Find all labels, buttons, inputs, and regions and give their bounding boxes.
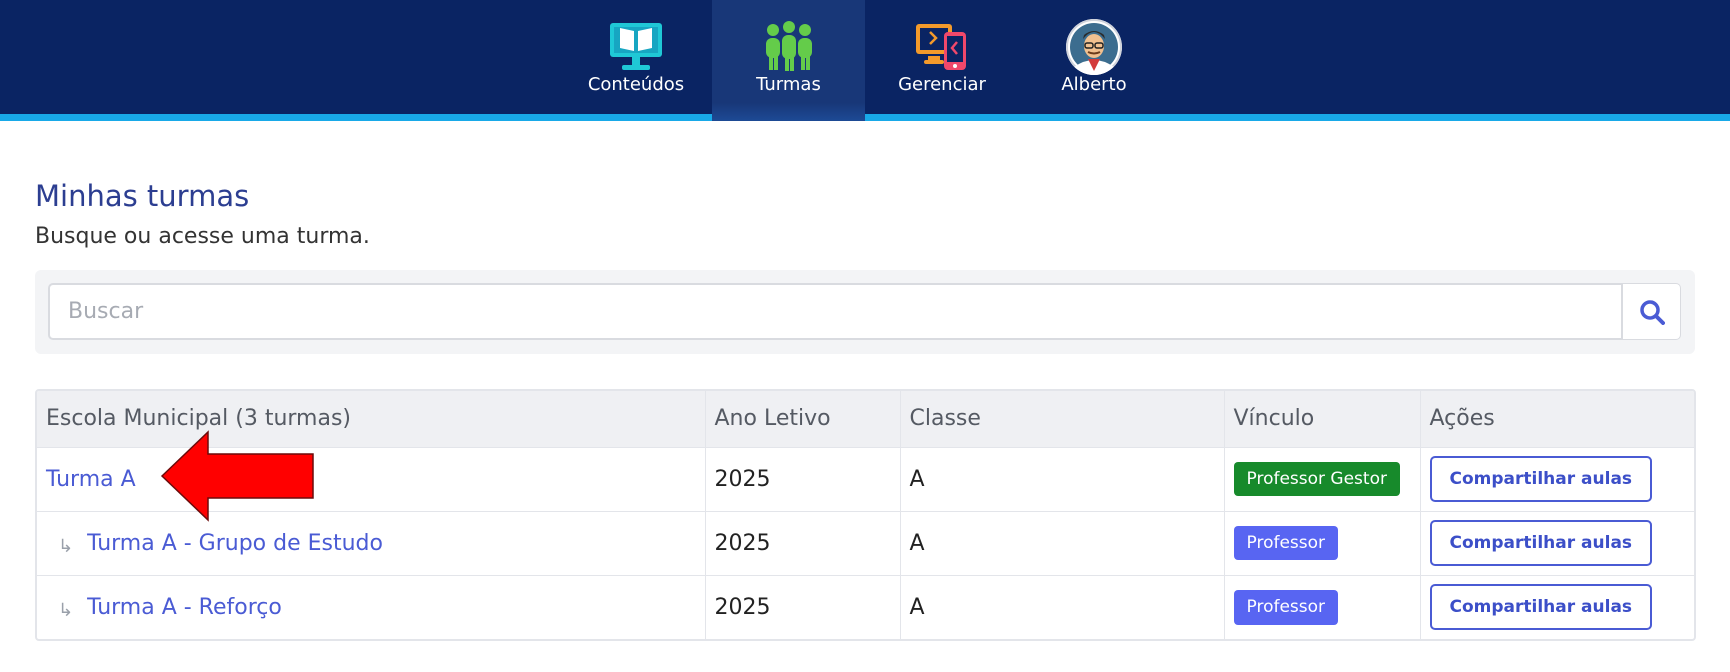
year-cell: 2025 <box>705 575 901 639</box>
share-lessons-button[interactable]: Compartilhar aulas <box>1429 520 1653 566</box>
class-name-cell: ↳ Turma A - Grupo de Estudo <box>37 511 706 575</box>
column-header-class: Classe <box>900 391 1225 447</box>
sub-item-arrow-icon: ↳ <box>58 599 74 621</box>
annotation-arrow-icon <box>160 430 314 522</box>
devices-manage-icon <box>916 24 966 70</box>
nav-item-user-alberto[interactable]: Alberto <box>1034 0 1154 121</box>
search-bar <box>35 270 1695 354</box>
search-icon <box>1639 299 1665 325</box>
role-badge: Professor <box>1233 589 1339 625</box>
user-avatar <box>1066 19 1122 75</box>
table-row: ↳ Turma A - Reforço 2025 A Professor Comp… <box>37 575 1694 639</box>
class-link[interactable]: Turma A <box>46 467 136 492</box>
page-title: Minhas turmas <box>35 179 250 213</box>
year-cell: 2025 <box>705 511 901 575</box>
search-input[interactable] <box>48 283 1623 340</box>
top-navbar: Conteúdos Turmas Gerenciar Alberto <box>0 0 1730 121</box>
search-button[interactable] <box>1623 283 1681 340</box>
class-cell: A <box>900 575 1225 639</box>
role-badge: Professor <box>1233 525 1339 561</box>
class-cell: A <box>900 511 1225 575</box>
column-header-role: Vínculo <box>1224 391 1421 447</box>
actions-cell: Compartilhar aulas <box>1420 511 1694 575</box>
role-cell: Professor <box>1224 511 1421 575</box>
class-cell: A <box>900 447 1225 511</box>
nav-label: Gerenciar <box>898 74 986 95</box>
nav-label: Alberto <box>1061 74 1127 95</box>
column-header-school: Escola Municipal (3 turmas) <box>37 391 706 447</box>
main-nav: Conteúdos Turmas Gerenciar Alberto <box>0 0 1730 121</box>
role-cell: Professor Gestor <box>1224 447 1421 511</box>
nav-label: Conteúdos <box>587 74 685 95</box>
nav-label: Turmas <box>756 74 821 95</box>
class-name-cell: ↳ Turma A - Reforço <box>37 575 706 639</box>
actions-cell: Compartilhar aulas <box>1420 447 1694 511</box>
column-header-year: Ano Letivo <box>705 391 901 447</box>
class-name-cell: Turma A <box>37 447 706 511</box>
column-header-actions: Ações <box>1429 406 1495 432</box>
role-cell: Professor <box>1224 575 1421 639</box>
nav-item-turmas[interactable]: Turmas <box>712 0 865 121</box>
share-lessons-button[interactable]: Compartilhar aulas <box>1429 456 1653 502</box>
nav-item-gerenciar[interactable]: Gerenciar <box>880 0 1004 121</box>
actions-cell: Compartilhar aulas <box>1420 575 1694 639</box>
monitor-book-icon <box>610 23 662 70</box>
people-group-icon <box>765 21 812 71</box>
nav-item-conteudos[interactable]: Conteúdos <box>574 0 698 121</box>
user-avatar-icon <box>1066 19 1122 75</box>
role-badge: Professor Gestor <box>1233 461 1400 497</box>
class-link[interactable]: Turma A - Grupo de Estudo <box>87 531 383 556</box>
sub-item-arrow-icon: ↳ <box>58 535 74 557</box>
year-cell: 2025 <box>705 447 901 511</box>
page-subtitle: Busque ou acesse uma turma. <box>35 224 370 249</box>
class-link[interactable]: Turma A - Reforço <box>87 595 282 620</box>
share-lessons-button[interactable]: Compartilhar aulas <box>1429 584 1653 631</box>
